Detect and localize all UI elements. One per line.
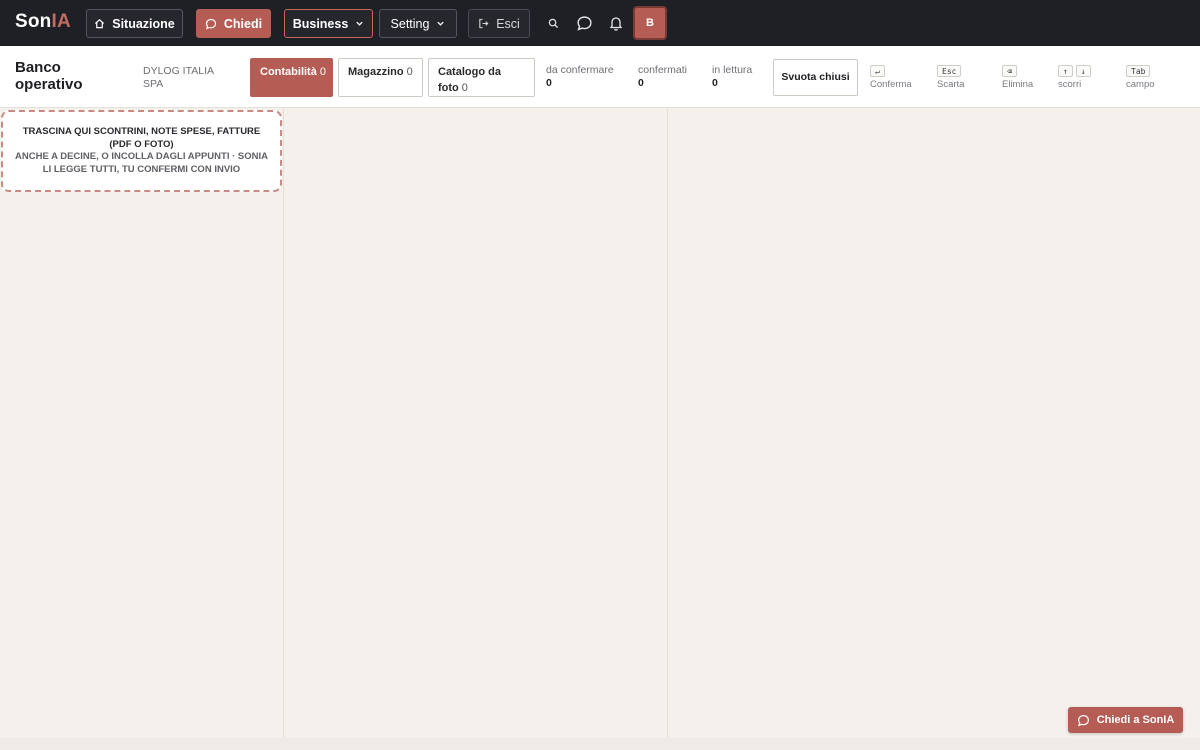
svuota-chiusi-button[interactable]: Svuota chiusi	[773, 59, 858, 96]
setting-label: Setting	[390, 16, 430, 31]
arrow-down-key: ↓	[1075, 65, 1091, 77]
ask-sonia-button[interactable]: Chiedi a SonIA	[1068, 707, 1183, 733]
chat-icon	[205, 18, 216, 30]
dropzone-title: TRASCINA QUI SCONTRINI, NOTE SPESE, FATT…	[22, 126, 261, 150]
shortcut-label: scorri	[1058, 79, 1082, 90]
logo[interactable]: SonIA	[15, 11, 71, 33]
ask-sonia-label: Chiedi a SonIA	[1096, 714, 1175, 726]
shortcut-scorri: ↑ ↓ scorri	[1058, 65, 1091, 90]
search-icon	[548, 18, 558, 28]
tab-catalogo-da-foto[interactable]: Catalogo da foto 0	[428, 58, 535, 97]
tab-label: Magazzino	[348, 66, 404, 78]
chevron-down-icon	[356, 21, 363, 26]
chevron-down-icon	[437, 21, 445, 26]
backspace-key: ⌫	[1002, 65, 1017, 77]
stat-label: in lettura	[712, 64, 753, 76]
tab-count: 0	[406, 66, 413, 78]
stat-in-lettura: in lettura 0	[712, 64, 752, 90]
logo-text-ia: IA	[51, 11, 71, 32]
tab-count: 0	[461, 82, 468, 94]
chat-icon	[1077, 714, 1089, 726]
column-divider	[283, 108, 284, 738]
logo-text-son: Son	[15, 11, 52, 32]
tab-count: 0	[319, 66, 326, 78]
shortcut-label: Elimina	[1002, 79, 1034, 90]
page-title: Banco operativo	[15, 59, 83, 93]
stat-label: da confermare	[546, 64, 614, 76]
stat-value: 0	[638, 77, 644, 89]
chiedi-button[interactable]: Chiedi	[196, 9, 271, 38]
top-navbar: SonIA Situazione Chiedi Business Setting…	[0, 0, 1200, 46]
stat-label: confermati	[638, 64, 688, 76]
chat-button[interactable]	[574, 13, 594, 33]
tab-label: Catalogo da foto	[438, 66, 501, 94]
shortcut-conferma: ↵ Conferma	[870, 65, 912, 90]
tab-contabilita[interactable]: Contabilità 0	[250, 58, 333, 97]
bottom-strip	[0, 738, 1200, 750]
column-divider	[667, 108, 668, 738]
home-icon	[95, 19, 105, 29]
shortcut-scarta: Esc Scarta	[937, 65, 964, 90]
arrow-up-key: ↑	[1058, 65, 1073, 77]
shortcut-label: Conferma	[870, 79, 912, 90]
esci-button[interactable]: Esci	[468, 9, 530, 38]
shortcut-campo: Tab campo	[1126, 65, 1155, 90]
avatar[interactable]: B	[633, 6, 667, 40]
business-dropdown[interactable]: Business	[284, 9, 373, 38]
search-button[interactable]	[543, 13, 563, 33]
tab-key: Tab	[1126, 65, 1151, 77]
bell-icon	[609, 17, 623, 31]
shortcut-label: Scarta	[937, 79, 965, 90]
esc-key: Esc	[937, 65, 962, 77]
logout-icon	[479, 18, 489, 29]
situazione-label: Situazione	[112, 16, 175, 31]
stat-confermati: confermati 0	[638, 64, 687, 90]
setting-dropdown[interactable]: Setting	[379, 9, 457, 38]
stat-value: 0	[546, 77, 552, 89]
stat-value: 0	[712, 77, 718, 89]
shortcut-label: campo	[1126, 79, 1155, 90]
file-dropzone[interactable]: TRASCINA QUI SCONTRINI, NOTE SPESE, FATT…	[1, 110, 282, 192]
notifications-button[interactable]	[606, 13, 626, 33]
sub-header: Banco operativo DYLOG ITALIA SPA Contabi…	[0, 46, 1200, 108]
dropzone-subtitle: ANCHE A DECINE, O INCOLLA DAGLI APPUNTI …	[15, 151, 268, 175]
company-name: DYLOG ITALIA SPA	[143, 65, 214, 90]
enter-key: ↵	[870, 65, 885, 77]
business-label: Business	[292, 16, 349, 31]
situazione-button[interactable]: Situazione	[86, 9, 183, 38]
esci-label: Esci	[496, 16, 520, 31]
shortcut-elimina: ⌫ Elimina	[1002, 65, 1033, 90]
stat-da-confermare: da confermare 0	[546, 64, 614, 90]
chiedi-label: Chiedi	[223, 16, 263, 31]
tab-magazzino[interactable]: Magazzino 0	[338, 58, 423, 97]
chat-icon	[576, 15, 592, 31]
tab-label: Contabilità	[260, 66, 317, 78]
